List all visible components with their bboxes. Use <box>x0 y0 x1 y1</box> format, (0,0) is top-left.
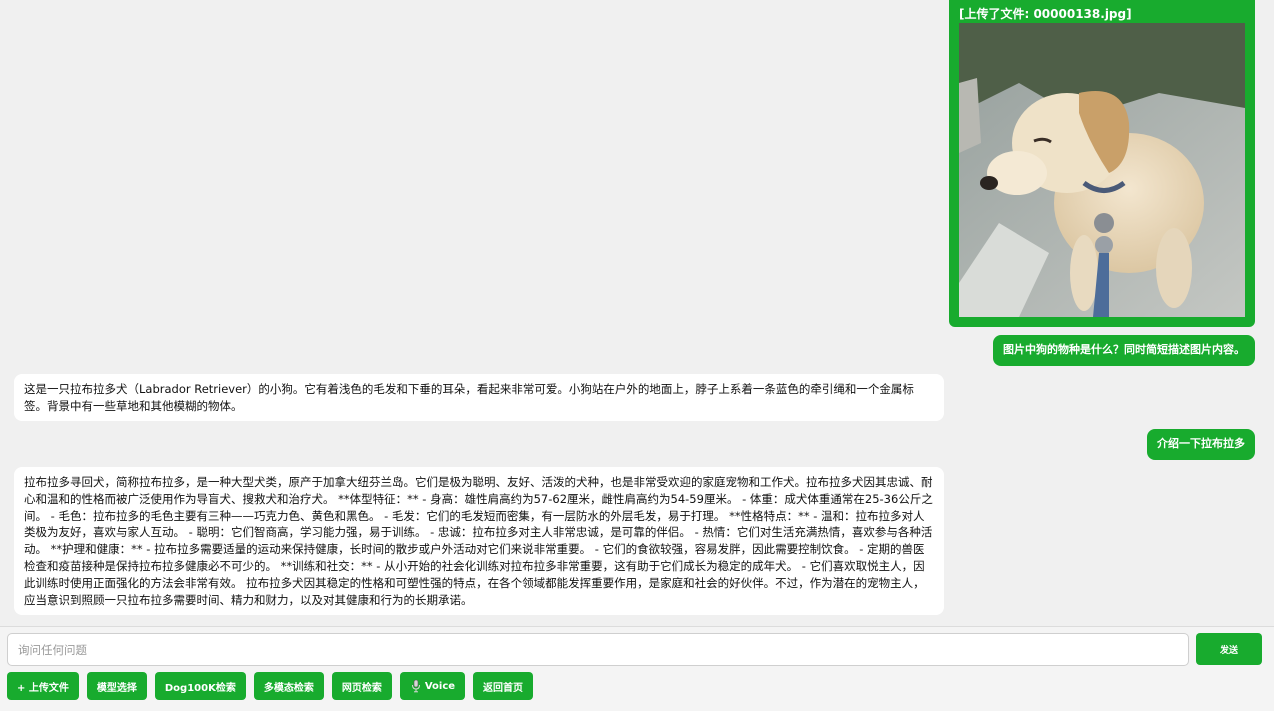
model-select-button[interactable]: 模型选择 <box>86 672 147 700</box>
multimodal-search-button[interactable]: 多模态检索 <box>253 672 324 700</box>
voice-button-label: Voice <box>424 680 456 692</box>
bot-message-1: 这是一只拉布拉多犬（Labrador Retriever）的小狗。它有着浅色的毛… <box>14 374 944 421</box>
question-input[interactable] <box>7 633 1189 666</box>
microphone-icon <box>411 679 420 693</box>
chat-area[interactable]: [上传了文件: 00000138.jpg] 图片中狗的物种是什么？同时简短描述图… <box>0 0 1274 626</box>
voice-button[interactable]: Voice <box>399 672 466 700</box>
user-message-2: 介绍一下拉布拉多 <box>1147 429 1255 460</box>
toolbar: + 上传文件 模型选择 Dog100K检索 多模态检索 网页检索 Voice 返… <box>7 672 534 700</box>
upload-caption: [上传了文件: 00000138.jpg] <box>959 7 1132 21</box>
uploaded-image-message: [上传了文件: 00000138.jpg] <box>949 0 1255 327</box>
dog100k-search-button[interactable]: Dog100K检索 <box>154 672 246 700</box>
home-button[interactable]: 返回首页 <box>473 672 534 700</box>
upload-file-button[interactable]: + 上传文件 <box>7 672 79 700</box>
uploaded-dog-photo <box>959 23 1245 317</box>
bot-message-2: 拉布拉多寻回犬，简称拉布拉多，是一种大型犬类，原产于加拿大纽芬兰岛。它们是极为聪… <box>14 467 944 615</box>
user-message-1: 图片中狗的物种是什么？同时简短描述图片内容。 <box>993 335 1255 366</box>
web-search-button[interactable]: 网页检索 <box>331 672 392 700</box>
send-button[interactable]: 发送 <box>1196 633 1262 665</box>
